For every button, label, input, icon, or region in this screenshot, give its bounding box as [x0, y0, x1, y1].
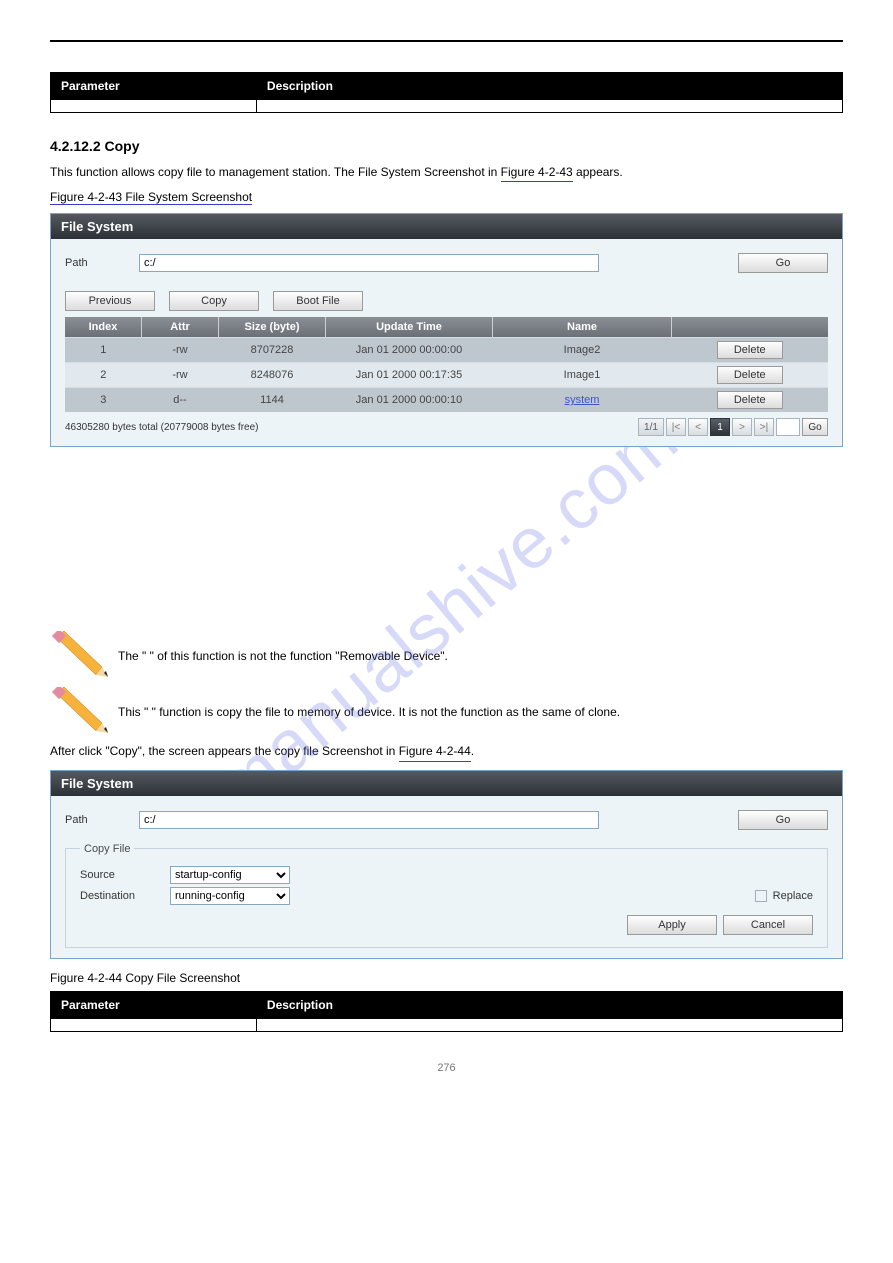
- th-desc: Description: [256, 73, 842, 100]
- page-number: 276: [50, 1062, 843, 1074]
- replace-checkbox[interactable]: [755, 890, 767, 902]
- cell-name[interactable]: Image2: [493, 338, 672, 363]
- cell-index: 2: [65, 363, 142, 388]
- destination-label: Destination: [80, 890, 160, 902]
- table-row: 3 d-- 1144 Jan 01 2000 00:00:10 system D…: [65, 388, 828, 413]
- pager-last[interactable]: >|: [754, 418, 774, 436]
- figure-ref-link[interactable]: Figure 4-2-43: [501, 164, 573, 182]
- cell-index: 1: [65, 338, 142, 363]
- previous-button[interactable]: Previous: [65, 291, 155, 311]
- path-label: Path: [65, 814, 125, 826]
- cell-param: [51, 1018, 257, 1031]
- go-button[interactable]: Go: [738, 810, 828, 830]
- cell-attr: -rw: [142, 363, 219, 388]
- go-button[interactable]: Go: [738, 253, 828, 273]
- figure-caption-2: Figure 4-2-44 Copy File Screenshot: [50, 971, 843, 985]
- col-index: Index: [65, 317, 142, 338]
- boot-file-button[interactable]: Boot File: [273, 291, 363, 311]
- pencil-icon: [50, 631, 110, 681]
- param-table-bottom: Parameter Description: [50, 991, 843, 1032]
- figure-caption-1: Figure 4-2-43 File System Screenshot: [50, 190, 843, 205]
- cell-time: Jan 01 2000 00:17:35: [326, 363, 493, 388]
- col-name: Name: [493, 317, 672, 338]
- copy-click-intro: After click "Copy", the screen appears t…: [50, 743, 843, 761]
- pager-info: 1/1: [638, 418, 664, 436]
- col-size: Size (byte): [219, 317, 326, 338]
- cell-size: 1144: [219, 388, 326, 413]
- note-text: The " " of this function is not the func…: [118, 649, 448, 663]
- text: After click "Copy", the screen appears t…: [50, 744, 399, 758]
- replace-label: Replace: [773, 890, 813, 902]
- toolbar: Previous Copy Boot File: [65, 291, 828, 311]
- source-label: Source: [80, 869, 160, 881]
- cell-size: 8248076: [219, 363, 326, 388]
- fieldset-legend: Copy File: [80, 843, 134, 855]
- param-table-top: Parameter Description: [50, 72, 843, 113]
- pencil-icon: [50, 687, 110, 737]
- cell-index: 3: [65, 388, 142, 413]
- figure-label: Figure 4-2-43 File System Screenshot: [50, 190, 252, 205]
- file-grid: Index Attr Size (byte) Update Time Name …: [65, 317, 828, 412]
- path-label: Path: [65, 257, 125, 269]
- text: appears.: [573, 165, 623, 179]
- th-desc: Description: [256, 991, 842, 1018]
- cell-desc: [256, 100, 842, 113]
- pager-prev[interactable]: <: [688, 418, 708, 436]
- top-rule: [50, 40, 843, 42]
- pager-go-button[interactable]: Go: [802, 418, 828, 436]
- pager-next[interactable]: >: [732, 418, 752, 436]
- apply-button[interactable]: Apply: [627, 915, 717, 935]
- cell-param: [51, 100, 257, 113]
- path-input[interactable]: [139, 254, 599, 272]
- cell-time: Jan 01 2000 00:00:10: [326, 388, 493, 413]
- section-heading-copy: 4.2.12.2 Copy: [50, 138, 843, 154]
- pager-current[interactable]: 1: [710, 418, 730, 436]
- delete-button[interactable]: Delete: [717, 366, 783, 384]
- cell-name[interactable]: Image1: [493, 363, 672, 388]
- panel-title: File System: [51, 214, 842, 239]
- table-row: 1 -rw 8707228 Jan 01 2000 00:00:00 Image…: [65, 338, 828, 363]
- copy-file-fieldset: Copy File Source startup-config Destinat…: [65, 848, 828, 948]
- file-system-panel-1: File System Path Go Previous Copy Boot F…: [50, 213, 843, 447]
- section-intro: This function allows copy file to manage…: [50, 164, 843, 182]
- file-system-panel-2: File System Path Go Copy File Source sta…: [50, 770, 843, 959]
- th-param: Parameter: [51, 991, 257, 1018]
- col-action: [672, 317, 829, 338]
- figure-ref-link[interactable]: Figure 4-2-44: [399, 743, 471, 761]
- cancel-button[interactable]: Cancel: [723, 915, 813, 935]
- path-input[interactable]: [139, 811, 599, 829]
- source-select[interactable]: startup-config: [170, 866, 290, 884]
- cell-size: 8707228: [219, 338, 326, 363]
- copy-button[interactable]: Copy: [169, 291, 259, 311]
- panel-title: File System: [51, 771, 842, 796]
- storage-summary: 46305280 bytes total (20779008 bytes fre…: [65, 422, 258, 433]
- note-2: This " " function is copy the file to me…: [50, 687, 843, 737]
- col-attr: Attr: [142, 317, 219, 338]
- text: Figure 4-2-44 Copy File Screenshot: [50, 971, 240, 985]
- pager: 1/1 |< < 1 > >| Go: [638, 418, 828, 436]
- th-param: Parameter: [51, 73, 257, 100]
- cell-desc: [256, 1018, 842, 1031]
- table-row: 2 -rw 8248076 Jan 01 2000 00:17:35 Image…: [65, 363, 828, 388]
- delete-button[interactable]: Delete: [717, 391, 783, 409]
- folder-link[interactable]: system: [565, 394, 600, 406]
- delete-button[interactable]: Delete: [717, 341, 783, 359]
- destination-select[interactable]: running-config: [170, 887, 290, 905]
- note-1: The " " of this function is not the func…: [50, 631, 843, 681]
- text: This function allows copy file to manage…: [50, 165, 501, 179]
- pager-first[interactable]: |<: [666, 418, 686, 436]
- cell-time: Jan 01 2000 00:00:00: [326, 338, 493, 363]
- col-time: Update Time: [326, 317, 493, 338]
- cell-attr: d--: [142, 388, 219, 413]
- pager-input[interactable]: [776, 418, 800, 436]
- text: .: [471, 744, 474, 758]
- table-row: [51, 1018, 843, 1031]
- note-text: This " " function is copy the file to me…: [118, 705, 620, 719]
- cell-attr: -rw: [142, 338, 219, 363]
- table-row: [51, 100, 843, 113]
